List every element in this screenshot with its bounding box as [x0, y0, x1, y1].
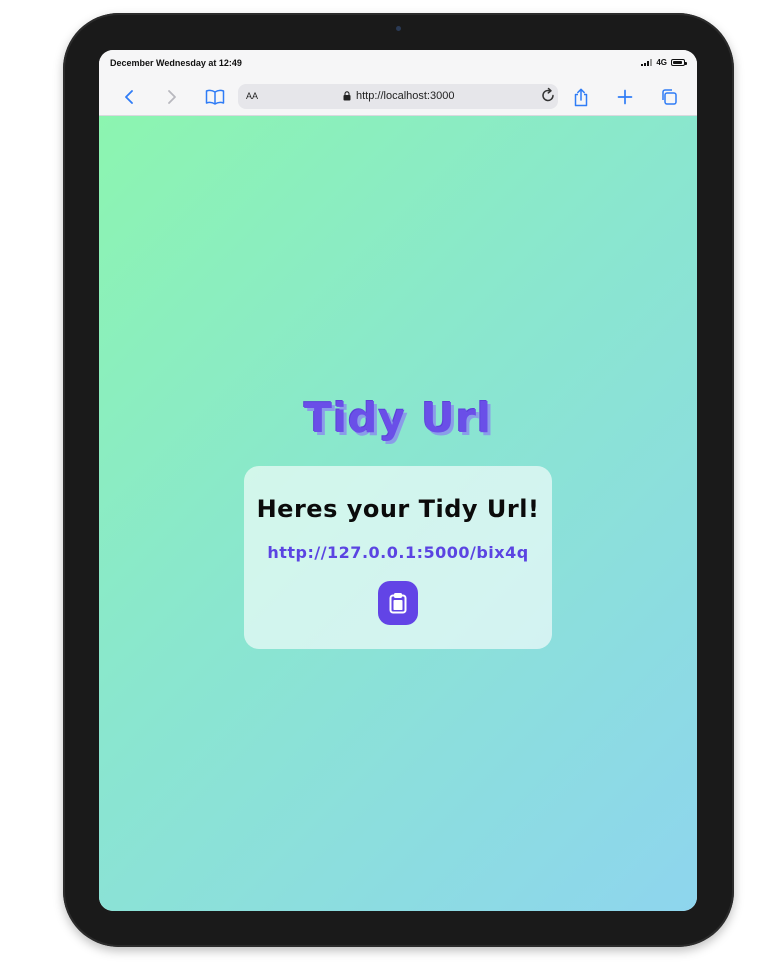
tablet-device: December Wednesday at 12:49 4G AA http:/… — [63, 13, 734, 947]
battery-icon — [671, 59, 687, 66]
address-bar[interactable]: AA http://localhost:3000 — [238, 84, 558, 109]
tablet-screen: December Wednesday at 12:49 4G AA http:/… — [99, 50, 697, 911]
front-camera — [396, 26, 401, 31]
page-content: Tidy Url Heres your Tidy Url! http://127… — [99, 116, 697, 911]
network-type: 4G — [656, 58, 667, 67]
signal-icon — [641, 59, 653, 66]
lock-icon — [343, 91, 351, 101]
reload-icon[interactable] — [540, 87, 556, 108]
new-tab-icon[interactable] — [615, 87, 635, 107]
short-url-link[interactable]: http://127.0.0.1:5000/bix4q — [244, 543, 552, 562]
brand-title: Tidy Url — [304, 394, 492, 442]
browser-toolbar: AA http://localhost:3000 — [99, 78, 697, 116]
tabs-icon[interactable] — [659, 87, 679, 107]
back-icon[interactable] — [119, 87, 139, 107]
status-indicators: 4G — [641, 58, 687, 67]
clipboard-icon — [389, 593, 407, 614]
bookmarks-icon[interactable] — [205, 87, 225, 107]
copy-button[interactable] — [378, 581, 418, 625]
share-icon[interactable] — [571, 87, 591, 107]
text-size-button[interactable]: AA — [246, 91, 258, 101]
forward-icon[interactable] — [162, 87, 182, 107]
url-text: http://localhost:3000 — [356, 90, 455, 102]
card-title: Heres your Tidy Url! — [256, 495, 540, 523]
status-time: December Wednesday at 12:49 — [110, 58, 242, 68]
result-card: Heres your Tidy Url! http://127.0.0.1:50… — [244, 466, 552, 649]
status-bar: December Wednesday at 12:49 4G — [99, 50, 697, 78]
url-display: http://localhost:3000 — [343, 90, 454, 102]
